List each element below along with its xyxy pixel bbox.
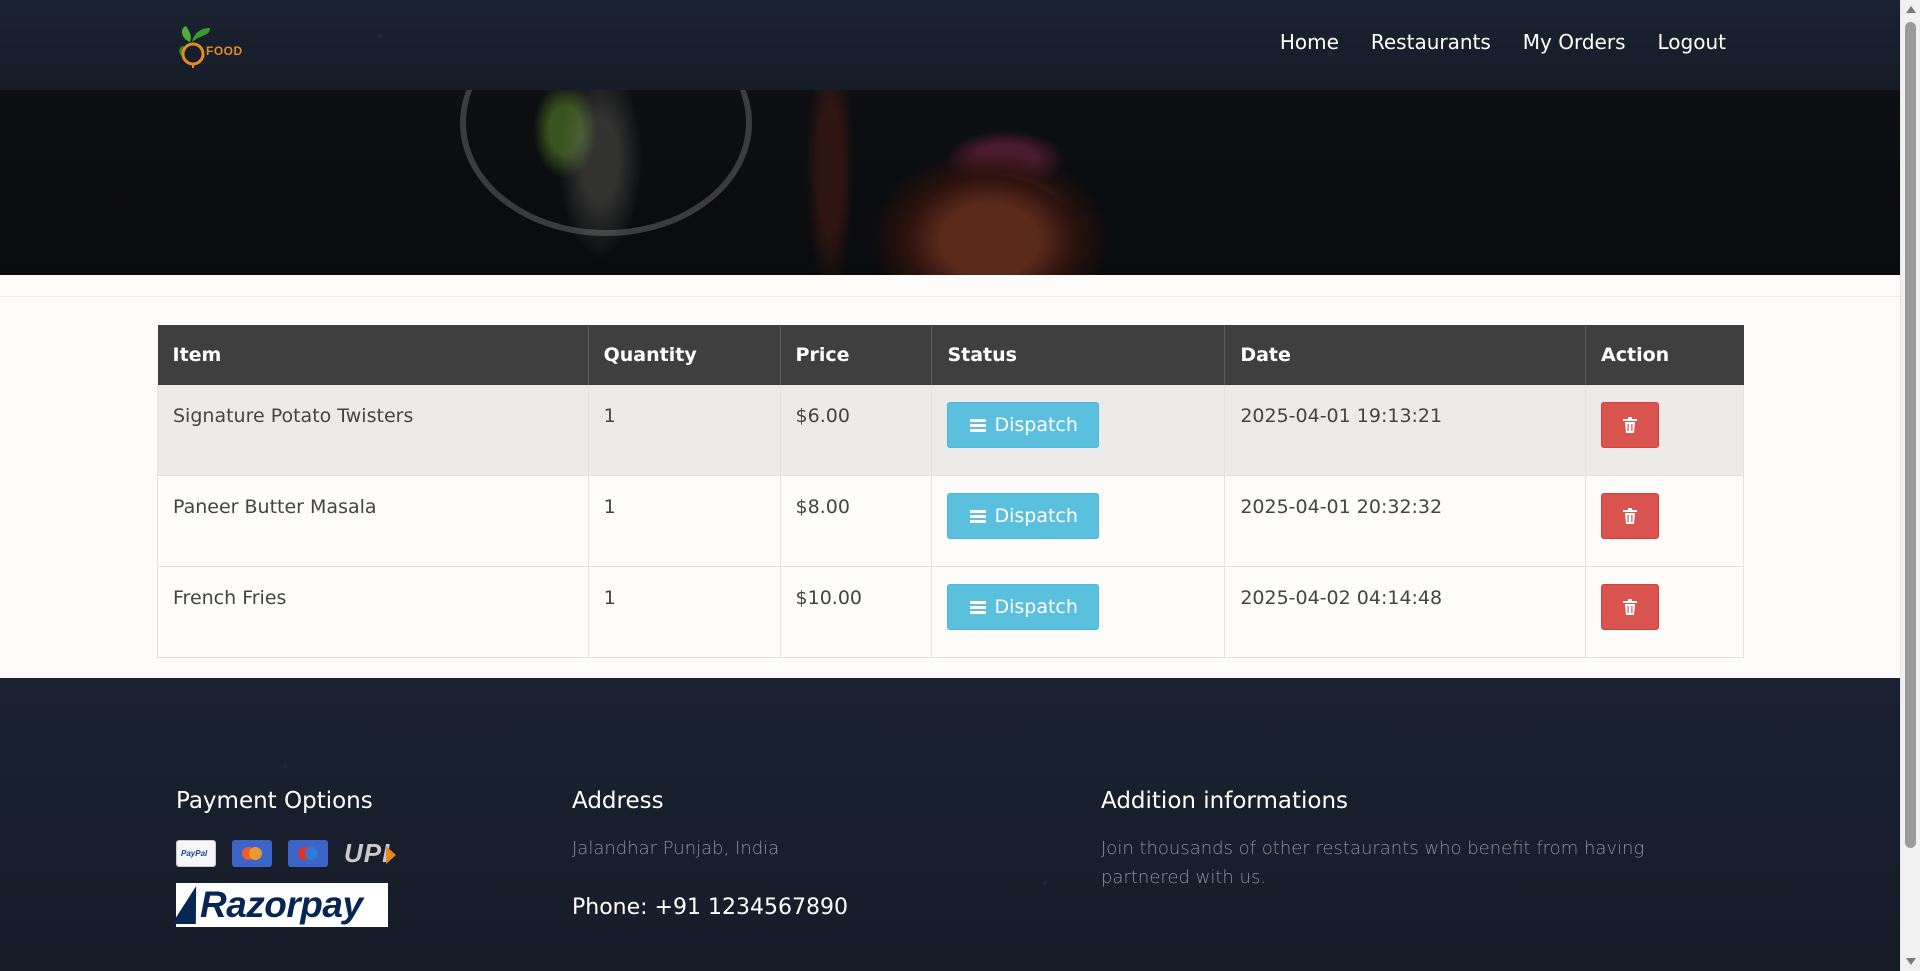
table-row: French Fries 1 $10.00 Dispatch 2025-04-0… xyxy=(157,566,1744,658)
logo-text: FOOD xyxy=(206,44,243,58)
mastercard-icon xyxy=(232,840,272,867)
cell-action xyxy=(1585,566,1744,658)
cell-status: Dispatch xyxy=(931,475,1226,567)
cell-status: Dispatch xyxy=(931,566,1226,658)
phone-text: Phone: +91 1234567890 xyxy=(572,895,848,920)
cell-quantity: 1 xyxy=(588,566,781,658)
dispatch-button[interactable]: Dispatch xyxy=(947,584,1099,630)
header-status: Status xyxy=(931,325,1226,385)
cell-action xyxy=(1585,475,1744,567)
brand-logo[interactable]: FOOD xyxy=(176,24,246,68)
cell-price: $8.00 xyxy=(780,475,933,567)
header-date: Date xyxy=(1224,325,1587,385)
bars-icon xyxy=(970,418,987,432)
scroll-up-icon[interactable] xyxy=(1906,6,1916,13)
page: FOOD Home Restaurants My Orders Logout I… xyxy=(0,0,1900,971)
payment-title: Payment Options xyxy=(176,788,373,814)
footer-payment-section: Payment Options PayPal UPI Razorpay xyxy=(171,788,397,927)
cell-quantity: 1 xyxy=(588,475,781,567)
delete-button[interactable] xyxy=(1601,493,1660,539)
table-row: Paneer Butter Masala 1 $8.00 Dispatch 20… xyxy=(157,475,1744,567)
dispatch-button[interactable]: Dispatch xyxy=(947,493,1099,539)
address-title: Address xyxy=(572,788,664,814)
bars-icon xyxy=(970,509,987,523)
orders-table: Item Quantity Price Status Date Action S… xyxy=(157,325,1744,658)
main-nav: Home Restaurants My Orders Logout xyxy=(1280,30,1726,54)
footer: Payment Options PayPal UPI Razorpay Addr… xyxy=(0,678,1900,971)
table-header-row: Item Quantity Price Status Date Action xyxy=(157,325,1744,385)
cell-status: Dispatch xyxy=(931,385,1226,476)
upi-icon: UPI xyxy=(344,838,397,869)
maestro-icon xyxy=(288,840,328,867)
navbar: FOOD Home Restaurants My Orders Logout xyxy=(0,0,1900,90)
dispatch-label: Dispatch xyxy=(994,414,1078,436)
cell-date: 2025-04-02 04:14:48 xyxy=(1224,566,1587,658)
cell-item: Signature Potato Twisters xyxy=(157,385,589,476)
dispatch-label: Dispatch xyxy=(994,596,1078,618)
delete-button[interactable] xyxy=(1601,584,1660,630)
paypal-label: PayPal xyxy=(181,849,208,858)
razorpay-label: Razorpay xyxy=(200,884,363,925)
cell-price: $10.00 xyxy=(780,566,933,658)
header-action: Action xyxy=(1585,325,1744,385)
cell-date: 2025-04-01 20:32:32 xyxy=(1224,475,1587,567)
nav-my-orders[interactable]: My Orders xyxy=(1523,30,1626,54)
header-item: Item xyxy=(157,325,589,385)
cell-date: 2025-04-01 19:13:21 xyxy=(1224,385,1587,476)
info-text: Join thousands of other restaurants who … xyxy=(1101,838,1645,888)
section-divider xyxy=(0,296,1900,297)
trash-icon xyxy=(1623,599,1638,615)
dispatch-button[interactable]: Dispatch xyxy=(947,402,1099,448)
hero-banner xyxy=(0,90,1900,275)
footer-info-section: Addition informations Join thousands of … xyxy=(1101,788,1711,892)
info-title: Addition informations xyxy=(1101,788,1349,814)
trash-icon xyxy=(1623,508,1638,524)
cell-price: $6.00 xyxy=(780,385,933,476)
paypal-icon: PayPal xyxy=(176,840,216,867)
header-quantity: Quantity xyxy=(588,325,781,385)
razorpay-logo: Razorpay xyxy=(171,883,388,927)
trash-icon xyxy=(1623,417,1638,433)
nav-restaurants[interactable]: Restaurants xyxy=(1371,30,1491,54)
table-row: Signature Potato Twisters 1 $6.00 Dispat… xyxy=(157,385,1744,476)
address-text: Jalandhar Punjab, India xyxy=(572,838,780,859)
payment-icons: PayPal UPI xyxy=(176,838,397,869)
vertical-scrollbar[interactable] xyxy=(1900,0,1920,971)
dispatch-label: Dispatch xyxy=(994,505,1078,527)
cell-action xyxy=(1585,385,1744,476)
header-price: Price xyxy=(780,325,933,385)
cell-item: French Fries xyxy=(157,566,589,658)
cell-item: Paneer Butter Masala xyxy=(157,475,589,567)
nav-home[interactable]: Home xyxy=(1280,30,1339,54)
upi-label: UPI xyxy=(344,838,391,868)
delete-button[interactable] xyxy=(1601,402,1660,448)
cell-quantity: 1 xyxy=(588,385,781,476)
scroll-down-icon[interactable] xyxy=(1906,958,1916,965)
footer-address-section: Address Jalandhar Punjab, India Phone: +… xyxy=(572,788,848,920)
bars-icon xyxy=(970,600,987,614)
nav-logout[interactable]: Logout xyxy=(1658,30,1726,54)
scrollbar-thumb[interactable] xyxy=(1905,22,1916,848)
hero-glass-shape xyxy=(460,90,752,236)
